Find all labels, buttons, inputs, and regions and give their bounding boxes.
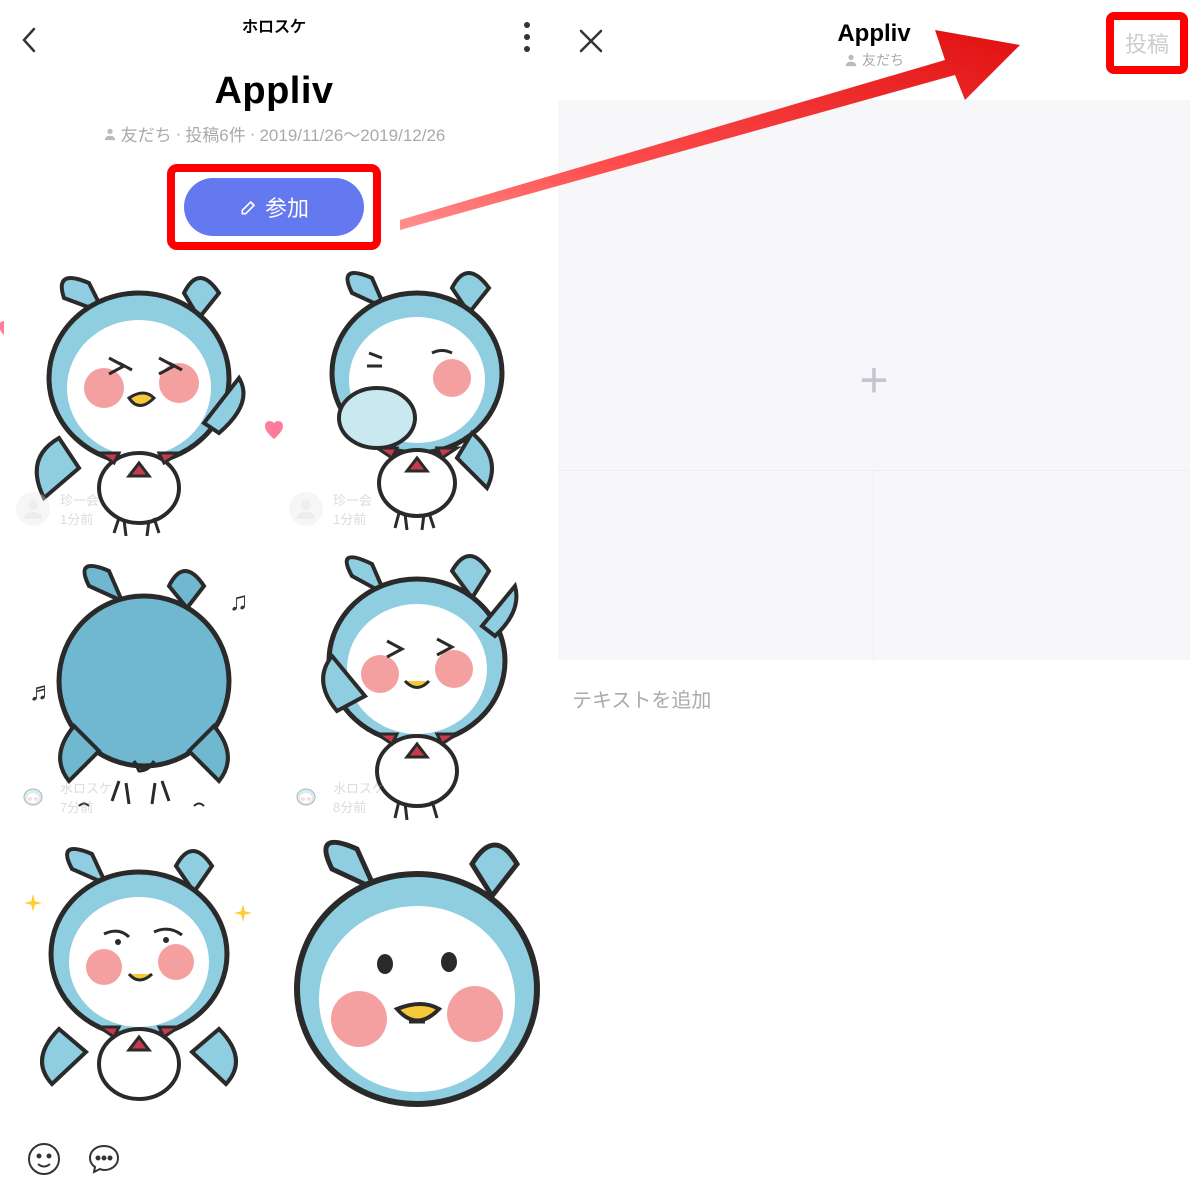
sticker-post[interactable]: ♫ ♬ 水ロスケ7分前 xyxy=(4,546,269,826)
post-author: 水ロスケ xyxy=(333,778,385,797)
post-author: 珍一会 xyxy=(333,490,372,509)
right-header: Appliv 友だち 投稿 xyxy=(548,0,1200,80)
sticker-post[interactable] xyxy=(277,834,542,1134)
sticker-post[interactable]: 珍一会1分前 xyxy=(4,258,269,538)
media-thumb-row xyxy=(558,470,1190,660)
meta-row: 友だち · 投稿6件 · 2019/11/26～2019/12/26 xyxy=(0,121,548,146)
post-author: 珍一会 xyxy=(60,490,99,509)
meta-posts: 投稿6件 xyxy=(185,121,245,146)
join-button[interactable]: 参加 xyxy=(184,178,364,236)
text-input-area[interactable]: テキストを追加 xyxy=(548,660,1200,737)
friend-icon xyxy=(103,127,117,141)
post-highlight: 投稿 xyxy=(1106,12,1188,74)
music-note-icon: ♬ xyxy=(29,676,55,707)
title-block: Appliv 友だち · 投稿6件 · 2019/11/26～2019/12/2… xyxy=(0,70,548,146)
avatar xyxy=(16,492,50,526)
compose-icon xyxy=(239,197,259,217)
post-meta: 珍一会1分前 xyxy=(16,490,99,528)
post-time: 7分前 xyxy=(60,797,112,816)
post-meta: 水ロスケ8分前 xyxy=(289,778,385,816)
sticker-grid: 珍一会1分前 xyxy=(0,258,548,1134)
page-title: Appliv xyxy=(0,70,548,113)
music-note-icon: ♫ xyxy=(229,586,249,617)
compose-panel: Appliv 友だち 投稿 + テキストを追加 xyxy=(548,0,1200,1194)
avatar xyxy=(289,780,323,814)
heart-icon xyxy=(262,418,286,442)
back-icon[interactable] xyxy=(20,25,40,55)
compose-subtitle: 友だち xyxy=(837,50,910,70)
avatar xyxy=(289,492,323,526)
bottom-bar xyxy=(0,1124,548,1194)
friend-icon xyxy=(844,53,858,67)
meta-dates: 2019/11/26～2019/12/26 xyxy=(259,121,445,146)
post-button[interactable]: 投稿 xyxy=(1125,27,1169,59)
sticker-post[interactable]: 珍一会1分前 xyxy=(277,258,542,538)
feed-panel: ホロスケ Appliv 友だち · 投稿6件 · 2019/11/26～2019… xyxy=(0,0,548,1194)
join-label: 参加 xyxy=(265,191,309,223)
close-icon[interactable] xyxy=(578,28,604,54)
post-meta: 水ロスケ7分前 xyxy=(16,778,112,816)
join-highlight: 参加 xyxy=(167,164,381,250)
penguin-sticker xyxy=(277,834,542,1134)
emoji-icon[interactable] xyxy=(26,1141,62,1177)
avatar xyxy=(16,780,50,814)
post-time: 1分前 xyxy=(333,509,372,528)
more-icon[interactable] xyxy=(524,22,530,52)
post-time: 1分前 xyxy=(60,509,99,528)
post-time: 8分前 xyxy=(333,797,385,816)
left-header: ホロスケ xyxy=(0,0,548,50)
sticker-post[interactable] xyxy=(4,834,269,1114)
meta-friends: 友だち xyxy=(121,121,172,146)
comment-icon[interactable] xyxy=(86,1141,122,1177)
post-author: 水ロスケ xyxy=(60,778,112,797)
sparkle-icon xyxy=(24,894,42,912)
sticker-post[interactable]: 水ロスケ8分前 xyxy=(277,546,542,826)
compose-title: Appliv xyxy=(837,20,910,48)
plus-icon: + xyxy=(859,351,888,409)
penguin-sticker xyxy=(4,834,269,1114)
media-area[interactable]: + xyxy=(558,100,1190,660)
text-placeholder: テキストを追加 xyxy=(572,690,711,712)
header-title: ホロスケ xyxy=(242,13,306,37)
post-meta: 珍一会1分前 xyxy=(289,490,372,528)
sparkle-icon xyxy=(234,904,252,922)
